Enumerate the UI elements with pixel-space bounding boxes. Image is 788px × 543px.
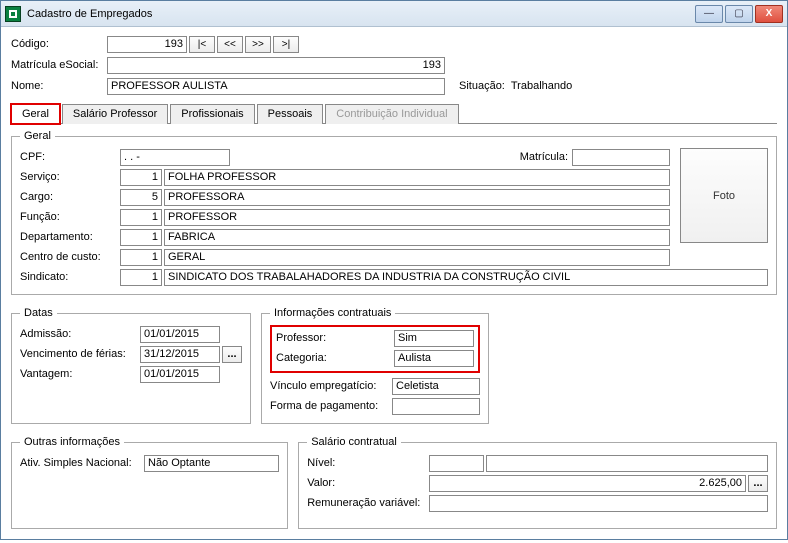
close-button[interactable]: X <box>755 5 783 23</box>
nome-input[interactable]: PROFESSOR AULISTA <box>107 78 445 95</box>
titlebar: Cadastro de Empregados — ▢ X <box>1 1 787 27</box>
valor-label: Valor: <box>307 477 429 489</box>
departamento-desc-input[interactable]: FABRICA <box>164 229 670 246</box>
infocontratuais-group: Informações contratuais Professor: Sim C… <box>261 307 489 424</box>
matricula-esocial-input[interactable]: 193 <box>107 57 445 74</box>
cargo-label: Cargo: <box>20 191 120 203</box>
photo-label: Foto <box>713 190 735 202</box>
highlight-region: Professor: Sim Categoria: Aulista <box>270 325 480 373</box>
window-title: Cadastro de Empregados <box>27 8 693 20</box>
nivel-desc-input[interactable] <box>486 455 768 472</box>
photo-placeholder[interactable]: Foto <box>680 148 768 243</box>
cargo-desc-input[interactable]: PROFESSORA <box>164 189 670 206</box>
vencimento-ferias-input[interactable]: 31/12/2015 <box>140 346 220 363</box>
outras-legend: Outras informações <box>20 436 124 448</box>
vinculo-label: Vínculo empregatício: <box>270 380 392 392</box>
servico-label: Serviço: <box>20 171 120 183</box>
tab-pessoais[interactable]: Pessoais <box>257 104 324 124</box>
tab-profissionais[interactable]: Profissionais <box>170 104 254 124</box>
valor-input[interactable]: 2.625,00 <box>429 475 746 492</box>
remuneracao-input[interactable] <box>429 495 768 512</box>
centrocusto-code-input[interactable]: 1 <box>120 249 162 266</box>
nav-prev-button[interactable]: << <box>217 36 243 53</box>
minimize-button[interactable]: — <box>695 5 723 23</box>
codigo-input[interactable]: 193 <box>107 36 187 53</box>
categoria-input[interactable]: Aulista <box>394 350 474 367</box>
remuneracao-label: Remuneração variável: <box>307 497 429 509</box>
professor-label: Professor: <box>276 332 394 344</box>
content: Código: 193 |< << >> >| Matrícula eSocia… <box>1 27 787 543</box>
ativ-simples-label: Ativ. Simples Nacional: <box>20 457 144 469</box>
outras-group: Outras informações Ativ. Simples Naciona… <box>11 436 288 529</box>
nivel-label: Nível: <box>307 457 429 469</box>
centrocusto-label: Centro de custo: <box>20 251 120 263</box>
salario-group: Salário contratual Nível: Valor: 2.625,0… <box>298 436 777 529</box>
ativ-simples-input[interactable]: Não Optante <box>144 455 279 472</box>
servico-code-input[interactable]: 1 <box>120 169 162 186</box>
funcao-label: Função: <box>20 211 120 223</box>
matricula-esocial-label: Matrícula eSocial: <box>11 59 107 71</box>
tab-geral[interactable]: Geral <box>11 104 60 124</box>
nav-next-button[interactable]: >> <box>245 36 271 53</box>
sindicato-label: Sindicato: <box>20 271 120 283</box>
geral-legend: Geral <box>20 130 55 142</box>
sindicato-desc-input[interactable]: SINDICATO DOS TRABALAHADORES DA INDUSTRI… <box>164 269 768 286</box>
vinculo-input[interactable]: Celetista <box>392 378 480 395</box>
datas-group: Datas Admissão: 01/01/2015 Vencimento de… <box>11 307 251 424</box>
valor-picker-button[interactable]: ... <box>748 475 768 492</box>
matricula-input[interactable] <box>572 149 670 166</box>
admissao-label: Admissão: <box>20 328 140 340</box>
situacao-value: Trabalhando <box>511 80 572 92</box>
sindicato-code-input[interactable]: 1 <box>120 269 162 286</box>
vencimento-ferias-label: Vencimento de férias: <box>20 348 140 360</box>
nav-first-button[interactable]: |< <box>189 36 215 53</box>
funcao-code-input[interactable]: 1 <box>120 209 162 226</box>
cpf-label: CPF: <box>20 151 120 163</box>
nome-label: Nome: <box>11 80 107 92</box>
departamento-label: Departamento: <box>20 231 120 243</box>
app-icon <box>5 6 21 22</box>
maximize-button[interactable]: ▢ <box>725 5 753 23</box>
salario-legend: Salário contratual <box>307 436 401 448</box>
professor-input[interactable]: Sim <box>394 330 474 347</box>
cargo-code-input[interactable]: 5 <box>120 189 162 206</box>
tab-bar: Geral Salário Professor Profissionais Pe… <box>11 103 777 124</box>
geral-group: Geral CPF: . . - Matrícula: Serviço: 1 F… <box>11 130 777 295</box>
vantagem-label: Vantagem: <box>20 368 140 380</box>
cpf-input[interactable]: . . - <box>120 149 230 166</box>
formapagto-input[interactable] <box>392 398 480 415</box>
codigo-label: Código: <box>11 38 107 50</box>
matricula-label: Matrícula: <box>520 151 568 163</box>
nivel-code-input[interactable] <box>429 455 484 472</box>
vencimento-ferias-picker-button[interactable]: ... <box>222 346 242 363</box>
window: Cadastro de Empregados — ▢ X Código: 193… <box>0 0 788 540</box>
datas-legend: Datas <box>20 307 57 319</box>
vantagem-input[interactable]: 01/01/2015 <box>140 366 220 383</box>
departamento-code-input[interactable]: 1 <box>120 229 162 246</box>
centrocusto-desc-input[interactable]: GERAL <box>164 249 670 266</box>
admissao-input[interactable]: 01/01/2015 <box>140 326 220 343</box>
situacao-label: Situação: <box>459 80 505 92</box>
tab-contribuicao-individual: Contribuição Individual <box>325 104 458 124</box>
nav-last-button[interactable]: >| <box>273 36 299 53</box>
funcao-desc-input[interactable]: PROFESSOR <box>164 209 670 226</box>
infocontratuais-legend: Informações contratuais <box>270 307 395 319</box>
servico-desc-input[interactable]: FOLHA PROFESSOR <box>164 169 670 186</box>
categoria-label: Categoria: <box>276 352 394 364</box>
formapagto-label: Forma de pagamento: <box>270 400 392 412</box>
tab-salario-professor[interactable]: Salário Professor <box>62 104 168 124</box>
